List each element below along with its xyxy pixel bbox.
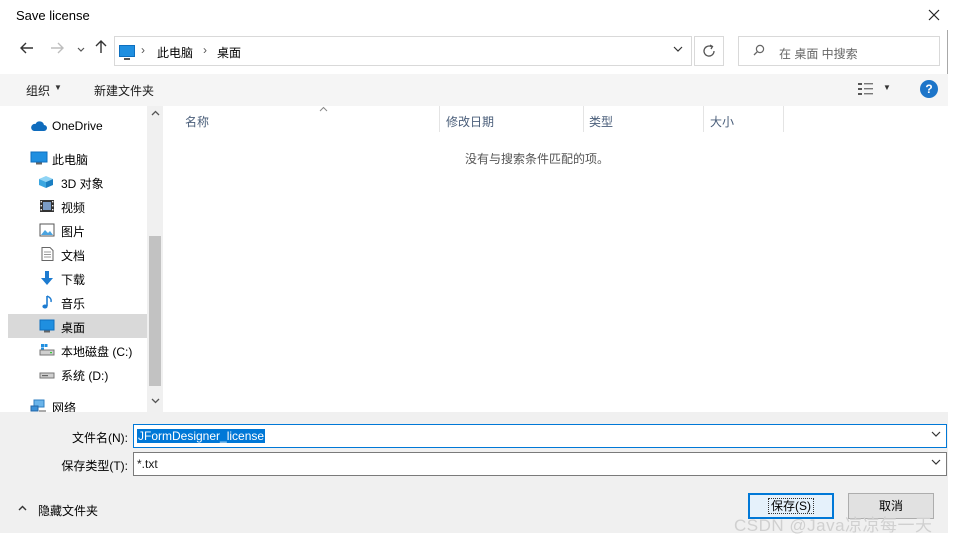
column-header-label: 修改日期 (446, 115, 495, 129)
download-arrow-icon (41, 271, 53, 285)
navigation-row: › 此电脑 › 桌面 在 桌面 中搜索 (0, 34, 948, 68)
up-arrow-icon (95, 40, 107, 53)
document-icon (41, 247, 54, 261)
help-button[interactable]: ? (920, 80, 938, 98)
desktop-icon (39, 319, 55, 333)
music-note-icon (42, 295, 52, 309)
nav-item-label: 此电脑 (52, 153, 89, 167)
forward-button[interactable] (46, 39, 68, 61)
nav-item-label: 视频 (61, 201, 86, 215)
cube-icon (39, 176, 53, 188)
nav-item-label: OneDrive (52, 119, 103, 133)
breadcrumb-desktop[interactable]: 桌面 (217, 44, 241, 61)
column-header-type[interactable]: 类型 (583, 106, 703, 132)
column-header-size[interactable]: 大小 (704, 106, 784, 132)
chevron-down-icon (77, 47, 85, 52)
nav-item-label: 下载 (61, 273, 86, 287)
caret-up-icon (18, 505, 27, 511)
up-button[interactable] (90, 39, 112, 61)
column-divider[interactable] (783, 106, 784, 132)
computer-icon (30, 151, 48, 165)
cloud-icon (31, 121, 47, 131)
column-header-label: 类型 (589, 115, 614, 129)
filename-input[interactable]: JFormDesigner_license (137, 429, 266, 443)
film-icon (40, 200, 54, 212)
nav-item-label: 系统 (D:) (61, 369, 109, 383)
chevron-down-icon (673, 46, 683, 52)
filename-combobox[interactable]: JFormDesigner_license (133, 424, 947, 448)
nav-item-label: 本地磁盘 (C:) (61, 345, 133, 359)
scroll-up-button[interactable] (147, 108, 163, 122)
file-list: 名称 修改日期 类型 大小 没有与搜索条件匹配的项。 (164, 106, 948, 412)
breadcrumb-this-pc[interactable]: 此电脑 (157, 44, 193, 61)
nav-item-label: 桌面 (61, 321, 86, 335)
address-dropdown-button[interactable] (673, 44, 683, 56)
chevron-down-icon (931, 431, 941, 437)
filename-label: 文件名(N): (72, 431, 128, 445)
view-caret-down-icon[interactable]: ▼ (883, 83, 891, 92)
scroll-down-button[interactable] (147, 396, 163, 410)
close-button[interactable] (922, 3, 946, 27)
caret-down-icon[interactable]: ▼ (54, 83, 62, 92)
title-bar: Save license (0, 0, 948, 30)
back-arrow-icon (20, 42, 33, 54)
search-placeholder[interactable]: 在 桌面 中搜索 (779, 45, 858, 62)
chevron-right-icon[interactable]: › (141, 43, 145, 57)
filename-dropdown-button[interactable] (931, 430, 941, 441)
filetype-value: *.txt (137, 457, 158, 471)
column-header-name[interactable]: 名称 (179, 106, 440, 132)
picture-icon (39, 223, 55, 237)
chevron-up-icon (151, 110, 159, 116)
nav-item-label: 图片 (61, 225, 86, 239)
navigation-pane: OneDrive 此电脑 3D 对象 视频 图片 文档 下载 音乐 桌面 本地磁… (0, 106, 164, 415)
sort-ascending-icon (319, 106, 328, 112)
column-header-date-modified[interactable]: 修改日期 (440, 106, 583, 132)
refresh-button[interactable] (694, 36, 724, 66)
window-title: Save license (16, 8, 90, 23)
column-header-label: 名称 (185, 115, 210, 129)
view-options-icon[interactable] (857, 81, 875, 97)
empty-results-message: 没有与搜索条件匹配的项。 (464, 152, 609, 166)
nav-item-label: 3D 对象 (61, 177, 104, 191)
chevron-down-icon (151, 398, 159, 404)
command-toolbar: 组织 ▼ 新建文件夹 ▼ ? (0, 74, 948, 106)
filetype-label: 保存类型(T): (61, 459, 128, 473)
drive-c-icon (39, 344, 55, 356)
nav-item-label: 文档 (61, 249, 86, 263)
new-folder-button[interactable]: 新建文件夹 (94, 82, 154, 99)
search-box[interactable]: 在 桌面 中搜索 (738, 36, 940, 66)
recent-locations-button[interactable] (70, 39, 92, 61)
search-icon (753, 44, 765, 56)
filetype-dropdown-button[interactable] (931, 458, 941, 469)
computer-icon (119, 45, 135, 60)
scrollbar-thumb[interactable] (149, 236, 161, 386)
hide-folders-toggle[interactable]: 隐藏文件夹 (18, 502, 98, 519)
close-icon (928, 9, 940, 21)
nav-item-desktop[interactable]: 桌面 (8, 314, 147, 338)
back-button[interactable] (16, 39, 38, 61)
address-bar[interactable]: › 此电脑 › 桌面 (114, 36, 692, 66)
forward-arrow-icon (51, 42, 64, 54)
csdn-watermark: CSDN @Java凉凉每一天 (734, 516, 933, 535)
chevron-right-icon[interactable]: › (203, 43, 207, 57)
filetype-select[interactable]: *.txt (133, 452, 947, 476)
hide-folders-label: 隐藏文件夹 (38, 504, 99, 518)
nav-item-label: 音乐 (61, 297, 86, 311)
organize-menu-button[interactable]: 组织 (26, 82, 50, 99)
chevron-down-icon (931, 459, 941, 465)
nav-pane-scrollbar[interactable] (147, 106, 163, 412)
column-header-label: 大小 (710, 115, 735, 129)
network-icon (30, 399, 46, 412)
refresh-icon (703, 44, 715, 57)
save-dialog: Save license › 此电脑 › 桌面 在 桌面 中搜索 组织 ▼ 新建… (0, 0, 948, 533)
drive-d-icon (39, 372, 55, 379)
